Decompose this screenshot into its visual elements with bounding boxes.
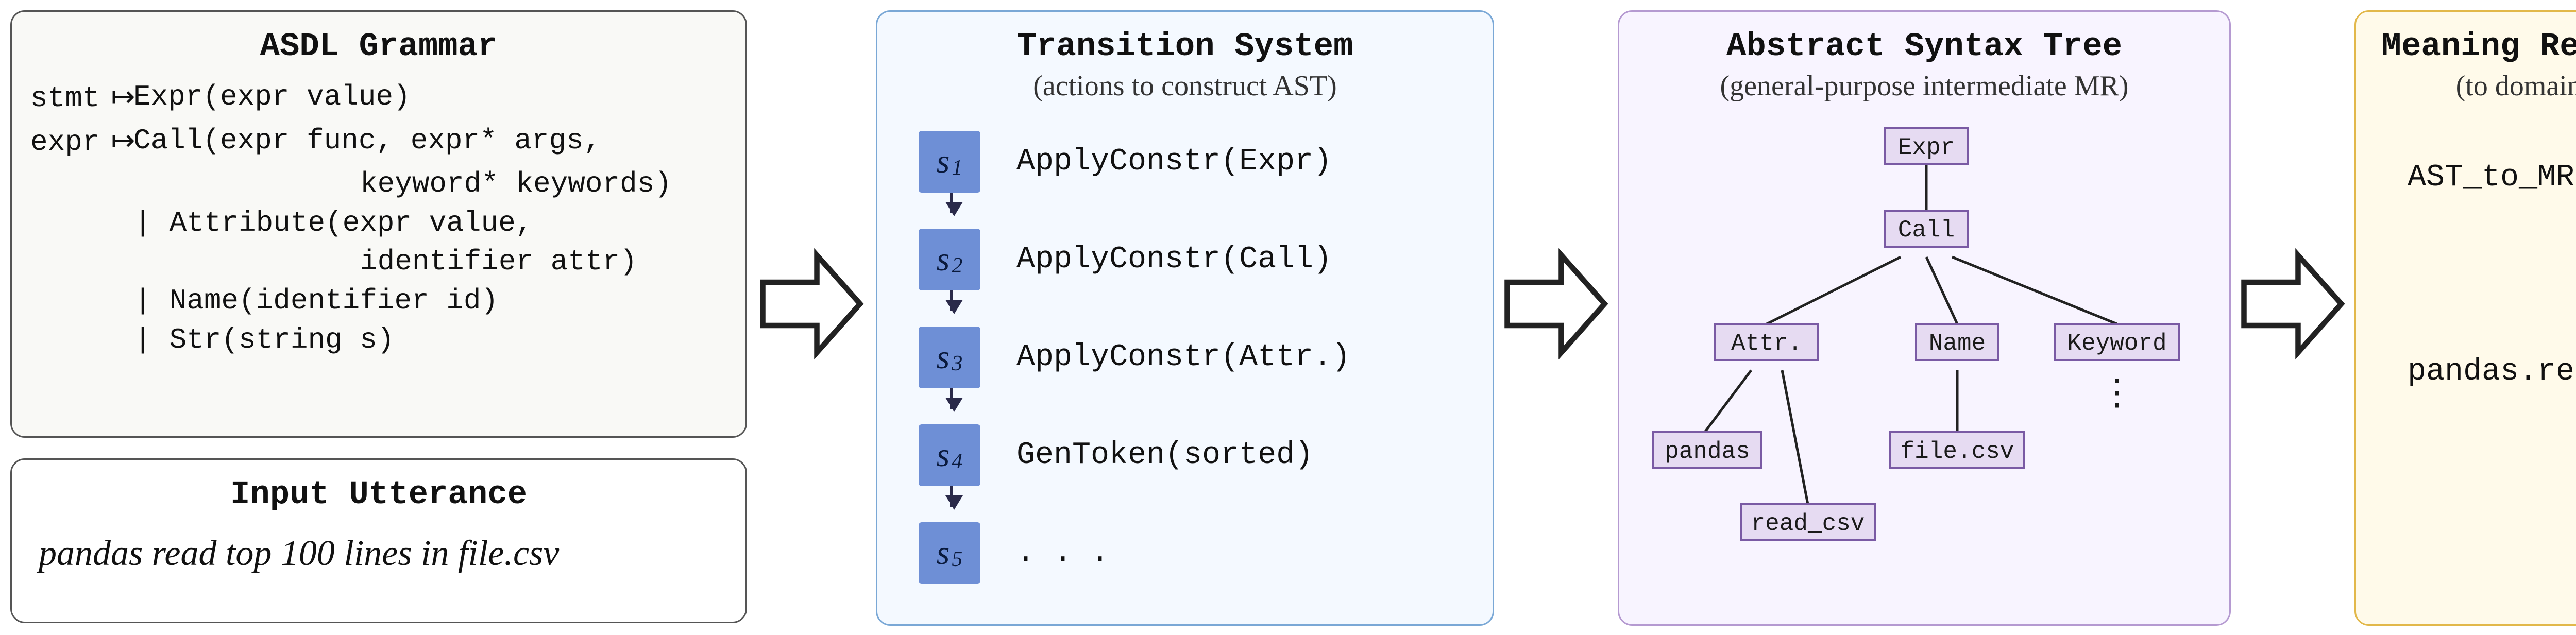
asdl-expr-call-line1: Call(expr func, expr* args, [133,122,727,161]
ast-node-filecsv: file.csv [1890,432,2024,468]
asdl-grammar-body: stmt ↦ Expr(expr value) expr ↦ Call(expr… [30,78,727,359]
transition-title: Transition System [896,28,1474,65]
ast-node-attr: Attr. [1715,324,1818,360]
mr-code-line-1: pandas.read_csv( [2408,353,2576,391]
step-action-3: ApplyConstr(Attr.) [1016,340,1350,375]
diagram-canvas: ASDL Grammar stmt ↦ Expr(expr value) exp… [0,0,2576,635]
ast-dots: ⋮ [2099,373,2135,413]
ast-node-expr: Expr [1885,128,1968,164]
asdl-expr-str: Str(string s) [170,323,395,356]
ast-node-call: Call [1885,211,1968,247]
mr-body: AST_to_MR( ) pandas.read_csv( file.csv, … [2408,131,2576,469]
step-stamp-2: s2 [919,229,980,290]
ast-title: Abstract Syntax Tree [1638,28,2211,65]
input-utterance-text: pandas read top 100 lines in file.csv [39,533,727,574]
asdl-stmt-head: stmt [30,82,99,115]
input-title: Input Utterance [30,476,727,513]
arrow-icon [757,237,866,371]
asdl-expr-attr-line2: identifier attr) [360,243,727,282]
svg-text:file.csv: file.csv [1901,438,2014,465]
step-stamp-4: s4 [919,424,980,486]
pipe-icon: | [133,204,152,243]
ast-panel: Abstract Syntax Tree (general-purpose in… [1618,10,2231,626]
step-action-1: ApplyConstr(Expr) [1016,144,1332,179]
input-utterance-panel: Input Utterance pandas read top 100 line… [10,458,747,623]
asdl-expr-name: Name(identifier id) [170,284,499,317]
mr-title: Meaning Representation [2375,28,2576,65]
asdl-expr-head: expr [30,126,99,159]
arrow-icon [1502,237,1610,371]
mr-fn-open: AST_to_MR( [2408,159,2576,197]
step-stamp-1: s1 [919,131,980,193]
svg-text:Expr: Expr [1898,134,1955,161]
svg-text:Call: Call [1898,217,1955,244]
asdl-stmt-body: Expr(expr value) [133,78,727,117]
svg-text:Name: Name [1929,330,1986,357]
svg-text:pandas: pandas [1665,438,1750,465]
step-action-2: ApplyConstr(Call) [1016,242,1332,277]
transition-steps: s1 ApplyConstr(Expr) s2 ApplyConstr(Call… [919,123,1474,592]
svg-text:Keyword: Keyword [2067,330,2166,357]
ast-node-keyword: Keyword [2055,324,2179,360]
asdl-expr-attr-line1: Attribute(expr value, [170,207,533,239]
mr-subtitle: (to domain-specific MR) [2375,70,2576,102]
ast-tree-diagram: Expr Call Attr. Name Keyword pandas read… [1638,108,2215,581]
transition-system-panel: Transition System (actions to construct … [876,10,1494,626]
arrow-icon [2239,237,2347,371]
ast-node-readcsv: read_csv [1741,504,1875,540]
ast-node-pandas: pandas [1653,432,1761,468]
ast-subtitle: (general-purpose intermediate MR) [1638,70,2211,102]
step-action-4: GenToken(sorted) [1016,438,1313,473]
transition-subtitle: (actions to construct AST) [896,70,1474,102]
svg-text:read_csv: read_csv [1751,510,1865,537]
asdl-grammar-panel: ASDL Grammar stmt ↦ Expr(expr value) exp… [10,10,747,438]
step-stamp-5: s5 [919,522,980,584]
step-stamp-3: s3 [919,327,980,388]
mr-panel: Meaning Representation (to domain-specif… [2354,10,2576,626]
step-action-5: . . . [1016,536,1109,571]
svg-text:Attr.: Attr. [1731,330,1802,357]
asdl-expr-call-line2: keyword* keywords) [360,165,727,204]
pipe-icon: | [133,282,152,321]
ast-node-name: Name [1916,324,1998,360]
pipe-icon: | [133,321,152,360]
asdl-title: ASDL Grammar [30,28,727,65]
